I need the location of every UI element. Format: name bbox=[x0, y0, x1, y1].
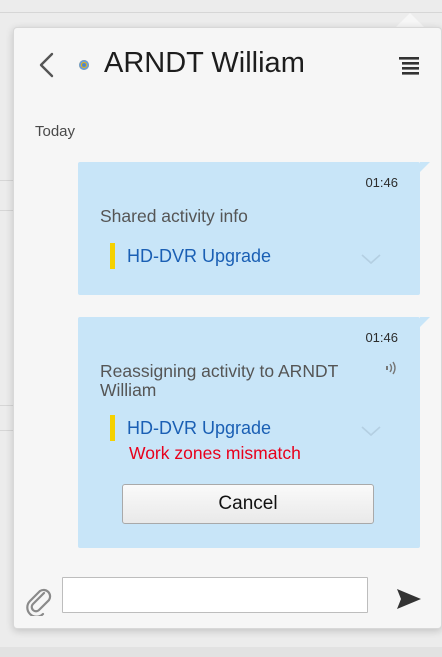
message-time: 01:46 bbox=[365, 330, 398, 345]
chevron-down-icon bbox=[361, 254, 381, 265]
background-divider bbox=[0, 430, 14, 431]
message-bubble: 01:46 Reassigning activity to ARNDT Will… bbox=[78, 317, 430, 548]
back-button[interactable] bbox=[34, 50, 60, 80]
send-button[interactable] bbox=[396, 588, 422, 610]
activity-reference: HD-DVR Upgrade bbox=[110, 243, 271, 269]
activity-link[interactable]: HD-DVR Upgrade bbox=[127, 246, 271, 266]
chat-title: ARNDT William bbox=[104, 47, 305, 79]
chevron-down-icon bbox=[361, 426, 381, 437]
message-bubble: 01:46 Shared activity info HD-DVR Upgrad… bbox=[78, 162, 430, 295]
message-time: 01:46 bbox=[365, 175, 398, 190]
chat-panel: ARNDT William Today 01:46 Shared activit… bbox=[13, 27, 442, 629]
activity-reference: HD-DVR Upgrade bbox=[110, 415, 271, 441]
menu-button[interactable] bbox=[398, 56, 420, 76]
popover-pointer bbox=[396, 13, 424, 27]
sound-icon bbox=[384, 360, 398, 376]
menu-icon bbox=[399, 57, 419, 75]
expand-button[interactable] bbox=[360, 252, 382, 266]
activity-link[interactable]: HD-DVR Upgrade bbox=[127, 418, 271, 438]
chat-header: ARNDT William bbox=[14, 28, 441, 104]
message-text: Shared activity info bbox=[100, 206, 248, 226]
background-divider bbox=[0, 180, 14, 181]
composer bbox=[14, 568, 441, 628]
attach-button[interactable] bbox=[25, 586, 53, 618]
background-divider bbox=[0, 405, 14, 406]
background-divider bbox=[0, 12, 442, 13]
paperclip-icon bbox=[26, 588, 52, 618]
day-separator: Today bbox=[35, 123, 76, 140]
send-icon bbox=[397, 589, 421, 609]
warning-text: Work zones mismatch bbox=[129, 443, 301, 463]
message-input[interactable] bbox=[62, 577, 368, 613]
background-divider bbox=[0, 210, 14, 211]
message-text: Reassigning activity to ARNDT William bbox=[100, 361, 338, 400]
bubble-tail bbox=[420, 162, 430, 172]
background-bottom-bar bbox=[0, 647, 442, 657]
cancel-button[interactable]: Cancel bbox=[122, 484, 374, 524]
expand-button[interactable] bbox=[360, 424, 382, 438]
bubble-tail bbox=[420, 317, 430, 327]
chevron-left-icon bbox=[39, 52, 54, 78]
presence-status-icon bbox=[79, 60, 89, 70]
